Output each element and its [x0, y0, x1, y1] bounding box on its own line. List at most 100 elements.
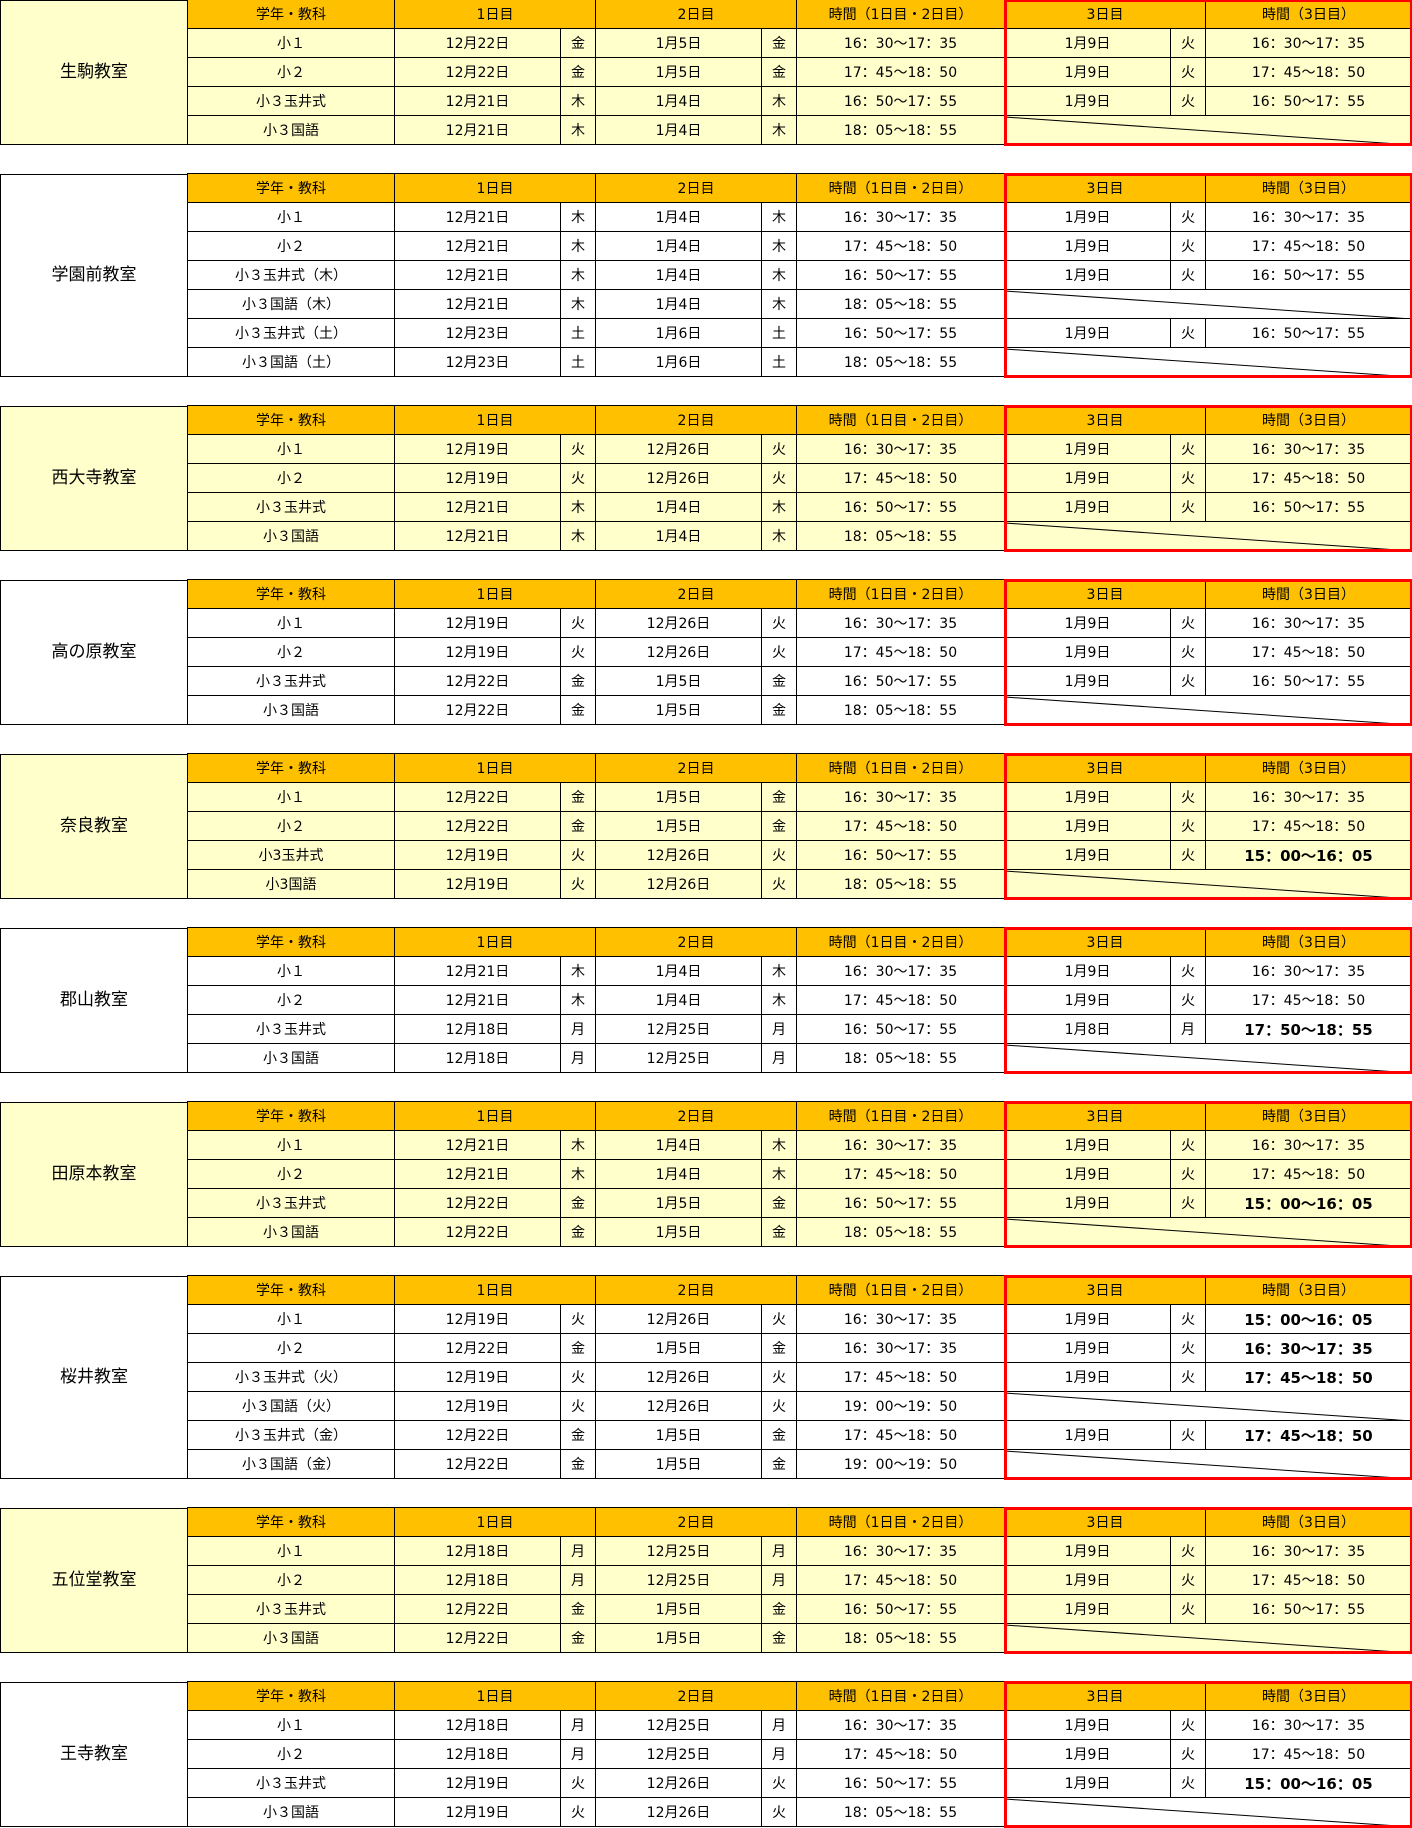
day1-weekday-cell: 月	[560, 1536, 596, 1566]
day3-weekday-cell: 火	[1170, 1130, 1206, 1160]
time-day3-cell: 16：30～17：35	[1205, 434, 1412, 464]
day1-weekday-cell: 金	[560, 666, 596, 696]
time-day3-cell: 16：30～17：35	[1205, 202, 1412, 232]
schedule-table: 学年・教科 1日目 2日目 時間（1日目・2日目） 3日目 時間（3日目） 小１ 12月19日…	[187, 1275, 1412, 1480]
classroom-name-line: 生駒	[60, 62, 94, 82]
grade-subject-cell: 小３玉井式（木）	[187, 260, 395, 290]
day2-weekday-cell: 土	[761, 318, 797, 348]
day2-date-cell: 12月26日	[595, 840, 762, 870]
day3-not-applicable-cell	[1004, 1623, 1412, 1653]
day1-weekday-cell: 金	[560, 1217, 596, 1247]
day1-weekday-cell: 木	[560, 492, 596, 522]
header-grade-subject: 学年・教科	[187, 927, 395, 957]
day2-date-cell: 1月4日	[595, 86, 762, 116]
table-row: 小３玉井式（金） 12月22日金 1月5日金 17：45～18：50 1月9日火 17：4…	[187, 1420, 1412, 1450]
header-time-day3: 時間（3日目）	[1205, 1101, 1412, 1131]
classroom-name-cell: 奈良 教室	[0, 754, 188, 899]
day1-date-cell: 12月21日	[394, 1159, 561, 1189]
time-day3-cell: 17：45～18：50	[1205, 985, 1412, 1015]
header-time-day12: 時間（1日目・2日目）	[796, 0, 1005, 29]
header-time-day3: 時間（3日目）	[1205, 753, 1412, 783]
day3-date-cell: 1月8日	[1004, 1014, 1171, 1044]
time-day12-cell: 16：30～17：35	[796, 1130, 1005, 1160]
time-day12-cell: 18：05～18：55	[796, 289, 1005, 319]
day3-weekday-cell: 火	[1170, 1710, 1206, 1740]
day1-weekday-cell: 火	[560, 1304, 596, 1334]
day2-date-cell: 1月4日	[595, 956, 762, 986]
header-day2: 2日目	[595, 927, 797, 957]
day3-weekday-cell: 火	[1170, 1362, 1206, 1392]
day1-weekday-cell: 木	[560, 956, 596, 986]
header-time-day12: 時間（1日目・2日目）	[796, 1507, 1005, 1537]
diagonal-line	[1005, 348, 1405, 376]
day1-weekday-cell: 金	[560, 1449, 596, 1479]
day2-weekday-cell: 火	[761, 463, 797, 493]
day3-not-applicable-cell	[1004, 1391, 1412, 1421]
day1-date-cell: 12月22日	[394, 782, 561, 812]
header-time-day12: 時間（1日目・2日目）	[796, 927, 1005, 957]
day3-weekday-cell: 火	[1170, 1420, 1206, 1450]
day3-weekday-cell: 火	[1170, 666, 1206, 696]
grade-subject-cell: 小２	[187, 1739, 395, 1769]
day2-weekday-cell: 火	[761, 608, 797, 638]
day1-date-cell: 12月22日	[394, 1217, 561, 1247]
table-row: 小３玉井式 12月21日木 1月4日木 16：50～17：55 1月9日火 16：50～1…	[187, 492, 1412, 522]
day3-weekday-cell: 火	[1170, 608, 1206, 638]
day3-weekday-cell: 火	[1170, 260, 1206, 290]
day1-weekday-cell: 金	[560, 28, 596, 58]
table-row: 小３国語 12月21日木 1月4日木 18：05～18：55	[187, 115, 1412, 145]
grade-subject-cell: 小３玉井式	[187, 86, 395, 116]
day1-weekday-cell: 火	[560, 1391, 596, 1421]
header-day1: 1日目	[394, 1507, 596, 1537]
time-day3-cell: 16：30～17：35	[1205, 1130, 1412, 1160]
day3-weekday-cell: 火	[1170, 1536, 1206, 1566]
table-row: 小２ 12月18日月 12月25日月 17：45～18：50 1月9日火 17：45～18…	[187, 1565, 1412, 1595]
time-day12-cell: 17：45～18：50	[796, 811, 1005, 841]
classroom-name-cell: 西大寺 教室	[0, 406, 188, 551]
day1-weekday-cell: 月	[560, 1565, 596, 1595]
day1-date-cell: 12月22日	[394, 28, 561, 58]
day2-date-cell: 1月4日	[595, 289, 762, 319]
day1-weekday-cell: 金	[560, 1333, 596, 1363]
grade-subject-cell: 小３玉井式（金）	[187, 1420, 395, 1450]
day2-weekday-cell: 火	[761, 1797, 797, 1827]
table-row: 小２ 12月22日金 1月5日金 16：30～17：35 1月9日火 16：30～17：3…	[187, 1333, 1412, 1363]
table-row: 小３玉井式 12月19日火 12月26日火 16：50～17：55 1月9日火 15：00…	[187, 1768, 1412, 1798]
day2-weekday-cell: 火	[761, 1304, 797, 1334]
header-day1: 1日目	[394, 405, 596, 435]
time-day3-cell: 17：45～18：50	[1205, 1565, 1412, 1595]
day2-weekday-cell: 金	[761, 1188, 797, 1218]
day2-weekday-cell: 木	[761, 956, 797, 986]
day3-not-applicable-cell	[1004, 289, 1412, 319]
classroom-name-line: 教室	[94, 1367, 128, 1387]
day2-weekday-cell: 月	[761, 1043, 797, 1073]
day1-weekday-cell: 火	[560, 840, 596, 870]
day3-weekday-cell: 火	[1170, 86, 1206, 116]
day1-weekday-cell: 火	[560, 463, 596, 493]
time-day12-cell: 17：45～18：50	[796, 463, 1005, 493]
header-time-day12: 時間（1日目・2日目）	[796, 1681, 1005, 1711]
header-time-day12: 時間（1日目・2日目）	[796, 1275, 1005, 1305]
diagonal-line	[1005, 1392, 1405, 1420]
classroom-name-cell: 郡山 教室	[0, 928, 188, 1073]
time-day12-cell: 17：45～18：50	[796, 1565, 1005, 1595]
day1-date-cell: 12月21日	[394, 86, 561, 116]
time-day12-cell: 17：45～18：50	[796, 231, 1005, 261]
table-row: 小３国語 12月22日金 1月5日金 18：05～18：55	[187, 1217, 1412, 1247]
day2-weekday-cell: 木	[761, 985, 797, 1015]
diagonal-line	[1005, 1044, 1405, 1072]
grade-subject-cell: 小3国語	[187, 869, 395, 899]
grade-subject-cell: 小１	[187, 782, 395, 812]
day2-date-cell: 1月5日	[595, 28, 762, 58]
diagonal-line	[1005, 1218, 1405, 1246]
time-day3-cell: 17：45～18：50	[1205, 637, 1412, 667]
day1-weekday-cell: 土	[560, 318, 596, 348]
table-row: 小３国語 12月21日木 1月4日木 18：05～18：55	[187, 521, 1412, 551]
day3-date-cell: 1月9日	[1004, 434, 1171, 464]
table-row: 小３国語 12月18日月 12月25日月 18：05～18：55	[187, 1043, 1412, 1073]
day1-date-cell: 12月21日	[394, 260, 561, 290]
day3-date-cell: 1月9日	[1004, 28, 1171, 58]
time-day12-cell: 16：30～17：35	[796, 1536, 1005, 1566]
day3-weekday-cell: 火	[1170, 956, 1206, 986]
day2-weekday-cell: 金	[761, 28, 797, 58]
